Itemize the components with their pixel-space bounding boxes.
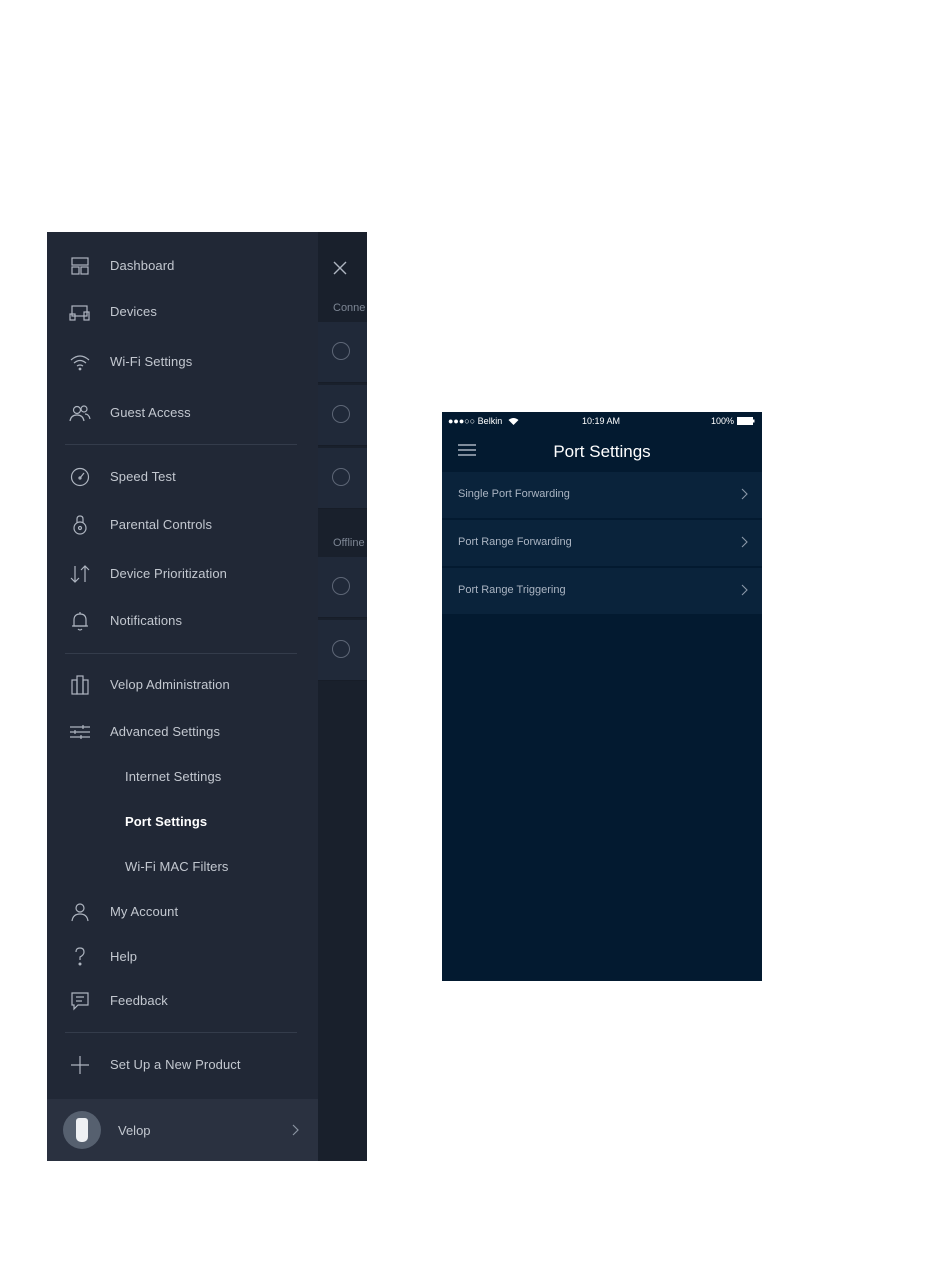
plus-icon (69, 1054, 91, 1076)
chevron-right-icon (292, 1124, 299, 1136)
drawer-item-guest-access[interactable]: Guest Access (47, 393, 318, 433)
drawer-item-label: Wi-Fi Settings (110, 354, 193, 369)
device-row[interactable] (318, 557, 367, 618)
chevron-right-icon (741, 584, 748, 596)
drawer-subitem-label: Internet Settings (125, 769, 222, 784)
drawer-item-label: Speed Test (110, 469, 176, 484)
drawer-item-label: Parental Controls (110, 517, 213, 532)
user-icon (69, 901, 91, 923)
drawer-subitem-wifi-mac-filters[interactable]: Wi-Fi MAC Filters (47, 850, 318, 884)
guest-access-icon (69, 402, 91, 424)
close-icon[interactable] (332, 260, 348, 276)
drawer-item-label: My Account (110, 904, 179, 919)
navigation-drawer-screen: Conne Offline Dashboard Devices Wi-Fi Se… (47, 232, 367, 1161)
arrows-up-down-icon (69, 563, 91, 585)
status-bar: ●●●○○ Belkin 10:19 AM 100% (442, 412, 762, 432)
device-icon (332, 468, 350, 486)
drawer-item-label: Notifications (110, 613, 183, 628)
drawer-item-device-prioritization[interactable]: Device Prioritization (47, 554, 318, 594)
device-icon (332, 577, 350, 595)
drawer-subitem-internet-settings[interactable]: Internet Settings (47, 760, 318, 794)
velop-network-label: Velop (118, 1123, 151, 1138)
dashboard-icon (69, 255, 91, 277)
page-title-text: Port Settings (553, 442, 651, 461)
drawer-item-notifications[interactable]: Notifications (47, 601, 318, 641)
port-range-triggering-row[interactable]: Port Range Triggering (442, 568, 762, 614)
connected-section-label: Conne (333, 302, 366, 314)
port-range-forwarding-row[interactable]: Port Range Forwarding (442, 520, 762, 566)
drawer-item-label: Set Up a New Product (110, 1057, 241, 1072)
drawer-item-label: Devices (110, 304, 157, 319)
drawer-subitem-port-settings[interactable]: Port Settings (47, 805, 318, 839)
background-devices-panel: Conne Offline (318, 232, 367, 1161)
device-icon (332, 640, 350, 658)
row-label: Single Port Forwarding (458, 488, 570, 500)
single-port-forwarding-row[interactable]: Single Port Forwarding (442, 472, 762, 518)
chat-icon (69, 990, 91, 1012)
velop-network-selector[interactable]: Velop (47, 1099, 318, 1161)
drawer-item-label: Feedback (110, 993, 168, 1008)
drawer-item-parental-controls[interactable]: Parental Controls (47, 505, 318, 545)
divider (65, 653, 297, 654)
offline-section-label: Offline (333, 537, 365, 549)
device-icon (332, 342, 350, 360)
drawer-item-speed-test[interactable]: Speed Test (47, 457, 318, 497)
speedometer-icon (69, 466, 91, 488)
port-settings-screen: ●●●○○ Belkin 10:19 AM 100% Port Settings… (442, 412, 762, 981)
drawer-item-label: Velop Administration (110, 677, 230, 692)
bell-icon (69, 610, 91, 632)
drawer-menu: Dashboard Devices Wi-Fi Settings Guest A… (47, 232, 318, 1161)
chevron-right-icon (741, 488, 748, 500)
battery-percent: 100% (711, 416, 735, 426)
row-label: Port Range Forwarding (458, 536, 572, 548)
device-row[interactable] (318, 620, 367, 681)
drawer-item-advanced-settings[interactable]: Advanced Settings (47, 712, 318, 752)
battery-icon (737, 417, 755, 425)
drawer-item-feedback[interactable]: Feedback (47, 981, 318, 1021)
header-bar: Port Settings (442, 432, 762, 472)
question-icon (69, 946, 91, 968)
device-row[interactable] (318, 448, 367, 509)
carrier-signal: ●●●○○ Belkin (448, 416, 503, 426)
row-label: Port Range Triggering (458, 584, 566, 596)
sliders-icon (69, 721, 91, 743)
chevron-right-icon (741, 536, 748, 548)
drawer-item-label: Help (110, 949, 138, 964)
drawer-item-my-account[interactable]: My Account (47, 892, 318, 932)
velop-node-avatar (63, 1111, 101, 1149)
velop-nodes-icon (69, 674, 91, 696)
drawer-item-label: Guest Access (110, 405, 191, 420)
divider (65, 444, 297, 445)
drawer-item-devices[interactable]: Devices (47, 292, 318, 332)
drawer-item-set-up-new-product[interactable]: Set Up a New Product (47, 1045, 318, 1085)
drawer-item-dashboard[interactable]: Dashboard (47, 246, 318, 286)
wifi-signal-icon (508, 418, 519, 425)
divider (65, 1032, 297, 1033)
drawer-item-velop-administration[interactable]: Velop Administration (47, 665, 318, 705)
drawer-subitem-label: Port Settings (125, 814, 208, 829)
drawer-item-label: Dashboard (110, 258, 175, 273)
drawer-item-wifi-settings[interactable]: Wi-Fi Settings (47, 342, 318, 382)
wifi-icon (69, 351, 91, 373)
device-row[interactable] (318, 322, 367, 383)
status-time: 10:19 AM (582, 416, 621, 426)
lock-icon (69, 514, 91, 536)
drawer-item-label: Device Prioritization (110, 566, 227, 581)
device-icon (332, 405, 350, 423)
drawer-item-help[interactable]: Help (47, 937, 318, 977)
page-title: Port Settings (442, 442, 762, 462)
device-row[interactable] (318, 385, 367, 446)
drawer-item-label: Advanced Settings (110, 724, 221, 739)
drawer-subitem-label: Wi-Fi MAC Filters (125, 859, 229, 874)
devices-icon (69, 301, 91, 323)
